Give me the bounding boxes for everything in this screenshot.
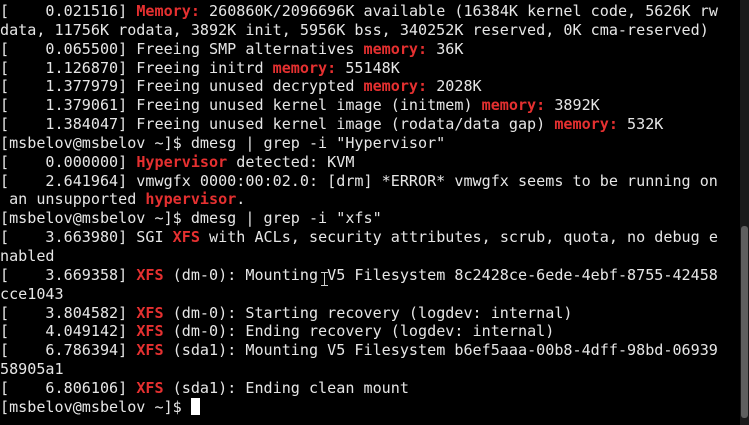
output-text: [ 3.669358] [0,265,137,284]
output-line: [ 3.804582] XFS (dm-0): Starting recover… [0,304,740,323]
output-text: (dm-0): Starting recovery (logdev: inter… [163,303,573,322]
output-text: [msbelov@msbelov ~]$ dmesg | grep -i "Hy… [0,133,446,152]
output-text: [ 6.806106] [0,378,137,397]
prompt-line[interactable]: [msbelov@msbelov ~]$ [0,397,740,417]
output-text: detected: KVM [227,152,355,171]
output-line: [ 3.663980] SGI XFS with ACLs, security … [0,228,740,247]
grep-match: memory: [363,77,428,96]
output-text: [ 2.641964] vmwgfx 0000:00:02.0: [drm] *… [0,171,718,190]
output-text: (sda1): Ending clean mount [163,378,409,397]
output-line: [msbelov@msbelov ~]$ dmesg | grep -i "xf… [0,209,740,228]
output-text: (dm-0): Mounting V5 Filesystem 8c2428ce-… [163,265,718,284]
output-text: an unsupported [0,190,146,209]
output-line: [ 0.021516] Memory: 260860K/2096696K ava… [0,2,740,21]
output-text: [ 4.049142] [0,322,137,341]
terminal-lines: [ 0.021516] Memory: 260860K/2096696K ava… [0,2,740,398]
output-line: cce1043 [0,285,740,304]
grep-match: XFS [136,341,164,360]
output-line: [ 4.049142] XFS (dm-0): Ending recovery … [0,322,740,341]
output-line: [ 6.786394] XFS (sda1): Mounting V5 File… [0,341,740,360]
output-text: [ 1.384047] Freeing unused kernel image … [0,115,555,134]
grep-match: XFS [136,378,164,397]
grep-match: Memory: [136,2,200,20]
text-cursor [190,397,200,415]
output-text: [ 1.377979] Freeing unused decrypted [0,77,364,96]
grep-match: memory: [363,39,428,58]
grep-match: XFS [136,322,164,341]
output-text: nabled [0,246,55,265]
output-line: [ 2.641964] vmwgfx 0000:00:02.0: [drm] *… [0,172,740,191]
output-line: [ 0.000000] Hypervisor detected: KVM [0,153,740,172]
output-text: [ 3.663980] SGI [0,228,173,247]
output-text: (dm-0): Ending recovery (logdev: interna… [163,322,555,341]
terminal-scrollbar[interactable] [740,0,749,425]
mouse-ibeam-cursor-icon [321,272,328,286]
scrollbar-thumb[interactable] [741,226,748,418]
grep-match: hypervisor [145,190,237,209]
output-text: [ 0.065500] Freeing SMP alternatives [0,39,364,58]
output-text: 36K [427,39,464,58]
shell-prompt: [msbelov@msbelov ~]$ [0,397,191,416]
output-line: [ 1.377979] Freeing unused decrypted mem… [0,77,740,96]
output-line: [ 1.384047] Freeing unused kernel image … [0,115,740,134]
output-text: data, 11756K rodata, 3892K init, 5956K b… [0,20,709,39]
output-text: [ 6.786394] [0,341,137,360]
output-line: [msbelov@msbelov ~]$ dmesg | grep -i "Hy… [0,134,740,153]
grep-match: XFS [136,265,164,284]
output-line: 58905a1 [0,360,740,379]
output-line: [ 0.065500] Freeing SMP alternatives mem… [0,40,740,59]
output-text: cce1043 [0,284,64,303]
output-text: 532K [617,115,664,134]
grep-match: memory: [272,58,337,77]
output-text: [ 1.379061] Freeing unused kernel image … [0,96,482,115]
output-text: [msbelov@msbelov ~]$ dmesg | grep -i "xf… [0,209,382,228]
output-line: [ 1.379061] Freeing unused kernel image … [0,96,740,115]
output-text: 3892K [545,96,600,115]
output-text: 58905a1 [0,360,64,379]
output-line: nabled [0,247,740,266]
grep-match: XFS [172,228,200,247]
output-line: an unsupported hypervisor. [0,190,740,209]
grep-match: Hypervisor [136,152,228,171]
output-text: with ACLs, security attributes, scrub, q… [199,228,718,247]
output-text: [ 1.126870] Freeing initrd [0,58,273,77]
terminal-output[interactable]: [ 0.021516] Memory: 260860K/2096696K ava… [0,0,740,425]
grep-match: memory: [554,115,618,134]
output-text: 55148K [336,58,400,77]
output-line: [ 6.806106] XFS (sda1): Ending clean mou… [0,379,740,398]
grep-match: XFS [136,303,164,322]
output-line: [ 3.669358] XFS (dm-0): Mounting V5 File… [0,266,740,285]
output-text: [ 0.021516] [0,2,137,20]
grep-match: memory: [481,96,546,115]
output-text: 260860K/2096696K available (16384K kerne… [199,2,718,20]
output-line: data, 11756K rodata, 3892K init, 5956K b… [0,21,740,40]
output-line: [ 1.126870] Freeing initrd memory: 55148… [0,59,740,78]
output-text: [ 0.000000] [0,152,137,171]
output-text: . [236,190,246,209]
output-text: (sda1): Mounting V5 Filesystem b6ef5aaa-… [163,341,718,360]
output-text: [ 3.804582] [0,303,137,322]
output-text: 2028K [427,77,482,96]
